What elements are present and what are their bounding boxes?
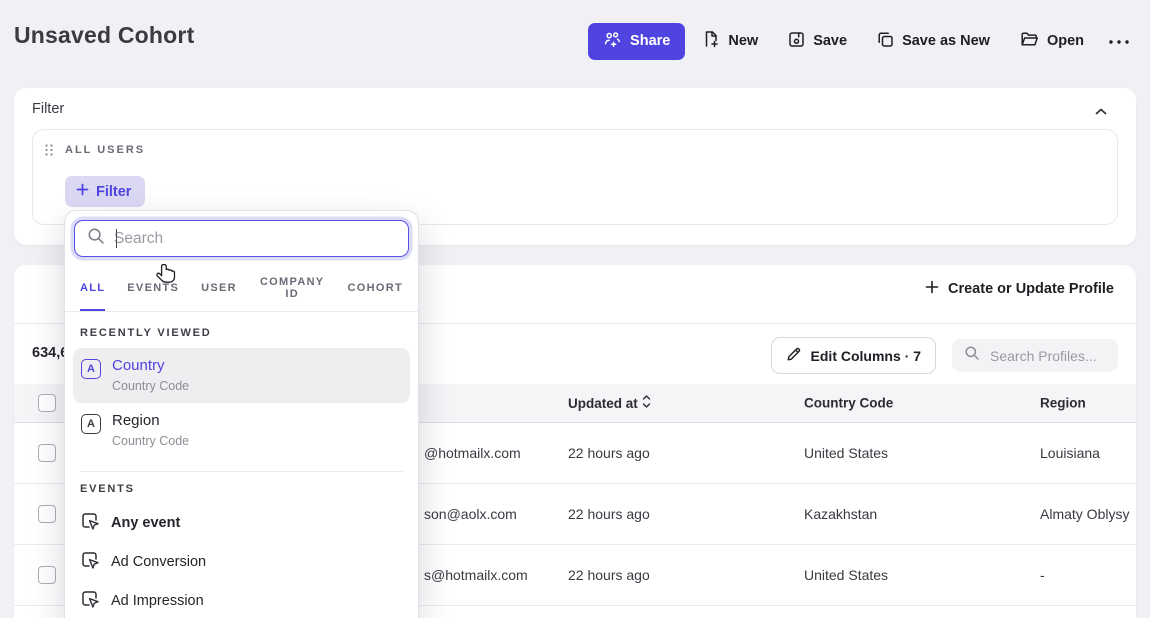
- cell-email: @hotmailx.com: [424, 445, 521, 461]
- header-actions: Share New: [588, 22, 1136, 60]
- recently-viewed-label: RECENTLY VIEWED: [73, 327, 410, 339]
- list-item-country[interactable]: A Country Country Code: [73, 348, 410, 403]
- row-checkbox[interactable]: [38, 444, 56, 462]
- cell-email: s@hotmailx.com: [424, 567, 528, 583]
- list-item-subtitle: Country Code: [112, 379, 189, 393]
- all-users-label: ALL USERS: [65, 144, 145, 156]
- cell-region: Almaty Oblysy: [1040, 506, 1129, 522]
- list-item-title: Any event: [111, 515, 180, 531]
- row-checkbox[interactable]: [38, 566, 56, 584]
- save-as-new-icon: [877, 31, 894, 52]
- plus-icon: [76, 183, 89, 200]
- plus-icon: [925, 280, 939, 298]
- dropdown-list: RECENTLY VIEWED A Country Country Code A…: [65, 312, 418, 618]
- collapse-filter-button[interactable]: [1090, 100, 1112, 123]
- new-icon: [703, 30, 720, 52]
- filter-panel-title: Filter: [32, 101, 64, 117]
- add-filter-button-label: Filter: [96, 184, 131, 200]
- dropdown-search-field[interactable]: [74, 220, 409, 257]
- dropdown-search: [74, 220, 409, 257]
- property-a-icon: A: [81, 414, 101, 434]
- column-header-updated-at[interactable]: Updated at: [568, 395, 651, 411]
- create-or-update-profile-button[interactable]: Create or Update Profile: [925, 280, 1114, 298]
- open-folder-icon: [1020, 31, 1039, 52]
- create-or-update-profile-label: Create or Update Profile: [948, 281, 1114, 297]
- list-item-any-event[interactable]: Any event: [73, 504, 410, 543]
- cell-country-code: United States: [804, 445, 888, 461]
- tab-cohort[interactable]: COHORT: [348, 270, 403, 311]
- list-item-ad-conversion[interactable]: Ad Conversion: [73, 543, 410, 582]
- event-icon: [81, 590, 100, 613]
- list-item-region[interactable]: A Region Country Code: [73, 403, 410, 458]
- new-button[interactable]: New: [691, 22, 770, 60]
- tab-user[interactable]: USER: [201, 270, 237, 311]
- more-icon: [1108, 33, 1130, 49]
- list-item-subtitle: Country Code: [112, 434, 189, 448]
- profiles-search[interactable]: [952, 339, 1118, 372]
- tab-events[interactable]: EVENTS: [127, 270, 179, 311]
- edit-columns-button[interactable]: Edit Columns · 7: [771, 337, 936, 374]
- new-button-label: New: [728, 33, 758, 49]
- open-button-label: Open: [1047, 33, 1084, 49]
- cell-region: Louisiana: [1040, 445, 1100, 461]
- search-icon: [87, 227, 105, 250]
- chevron-up-icon: [1094, 104, 1108, 119]
- dropdown-search-input[interactable]: [114, 230, 384, 248]
- open-button[interactable]: Open: [1008, 23, 1096, 60]
- cell-email: son@aolx.com: [424, 506, 517, 522]
- save-as-new-button[interactable]: Save as New: [865, 23, 1002, 60]
- save-as-new-button-label: Save as New: [902, 33, 990, 49]
- text-caret: [116, 229, 117, 248]
- drag-handle-icon[interactable]: [44, 143, 54, 162]
- event-icon: [81, 512, 100, 535]
- list-item-ad-impression[interactable]: Ad Impression: [73, 582, 410, 618]
- share-button-label: Share: [630, 33, 670, 49]
- profiles-search-input[interactable]: [990, 348, 1110, 364]
- list-item-title: Ad Conversion: [111, 554, 206, 570]
- tab-all[interactable]: ALL: [80, 270, 105, 311]
- save-button[interactable]: Save: [776, 23, 859, 60]
- row-checkbox[interactable]: [38, 505, 56, 523]
- column-header-country-code[interactable]: Country Code: [804, 396, 893, 411]
- property-a-icon: A: [81, 359, 101, 379]
- page-header: Unsaved Cohort Share: [14, 0, 1136, 78]
- event-icon: [81, 551, 100, 574]
- cell-updated-at: 22 hours ago: [568, 506, 650, 522]
- page-title: Unsaved Cohort: [14, 22, 194, 49]
- more-options-button[interactable]: [1102, 25, 1136, 57]
- cell-updated-at: 22 hours ago: [568, 445, 650, 461]
- filter-dropdown: ALL EVENTS USER COMPANY ID COHORT RECENT…: [64, 210, 419, 618]
- profiles-toolbar-right: Edit Columns · 7: [771, 337, 1118, 374]
- cell-country-code: Kazakhstan: [804, 506, 877, 522]
- cell-region: -: [1040, 567, 1045, 583]
- search-icon: [964, 345, 980, 366]
- app-window: Unsaved Cohort Share: [0, 0, 1150, 618]
- dropdown-tabs: ALL EVENTS USER COMPANY ID COHORT: [65, 270, 418, 312]
- cell-country-code: United States: [804, 567, 888, 583]
- sort-icon: [642, 395, 651, 411]
- save-icon: [788, 31, 805, 52]
- edit-columns-label: Edit Columns · 7: [811, 348, 921, 364]
- divider: [80, 471, 403, 472]
- list-item-title: Ad Impression: [111, 593, 204, 609]
- column-header-region[interactable]: Region: [1040, 396, 1086, 411]
- tab-company-id[interactable]: COMPANY ID: [259, 270, 326, 311]
- add-filter-button[interactable]: Filter: [65, 176, 145, 207]
- share-icon: [603, 31, 622, 52]
- save-button-label: Save: [813, 33, 847, 49]
- list-item-title: Country: [112, 357, 189, 376]
- select-all-checkbox[interactable]: [38, 394, 56, 412]
- profiles-count: 634,6: [32, 345, 68, 361]
- pencil-icon: [786, 346, 802, 365]
- share-button[interactable]: Share: [588, 23, 685, 60]
- cell-updated-at: 22 hours ago: [568, 567, 650, 583]
- events-section-label: EVENTS: [73, 483, 410, 495]
- list-item-title: Region: [112, 412, 189, 431]
